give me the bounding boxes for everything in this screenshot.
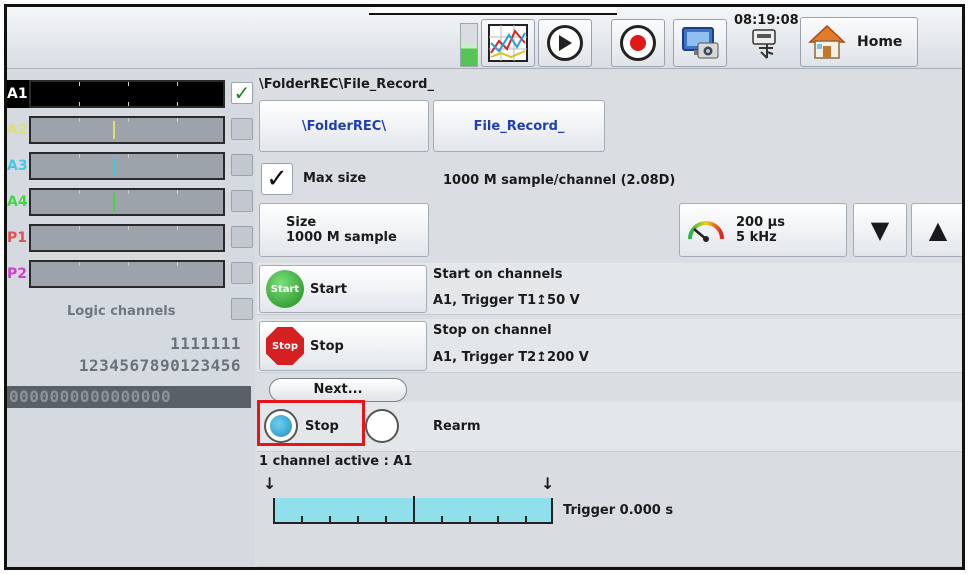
channel-label: A2 [7,122,28,138]
logic-tens-row: 1111111 [170,334,241,353]
channel-checkbox-a3[interactable] [231,154,253,176]
pretrigger-arrow-icon: ↓ [263,474,277,493]
recorder-window: 08:19:08 Home A1 ✓ A2 A3 A4 P1 P2 Logic … [4,4,965,570]
channel-trace-a1 [29,80,225,108]
record-button[interactable] [611,19,665,67]
folder-button[interactable]: \FolderREC\ [259,100,429,152]
triangle-down-icon: ▼ [870,216,890,244]
stop-highlight-box [257,400,365,446]
size-value: 1000 M sample [286,230,397,245]
chart-view-button[interactable] [481,19,535,67]
channel-label: P2 [7,266,28,282]
stop-title: Stop on channel [433,323,552,338]
home-button[interactable]: Home [800,17,918,67]
channel-trace-a4 [29,188,225,216]
active-channels-label: 1 channel active : A1 [259,454,413,469]
play-icon [547,25,583,61]
clock-usb-status: 08:19:08 [734,13,799,69]
next-button[interactable]: Next... [269,378,407,402]
channel-label: A3 [7,158,28,174]
level-meter [460,23,478,67]
channel-row-a2[interactable]: A2 [7,112,255,148]
channel-trace-p1 [29,224,225,252]
channel-checkbox-a4[interactable] [231,190,253,212]
max-size-label: Max size [303,171,367,186]
screenshot-button[interactable] [673,19,727,67]
start-icon: Start [266,270,304,308]
channel-label: A1 [7,80,29,108]
sampling-rate-values: 200 µs 5 kHz [736,215,785,245]
size-button[interactable]: Size 1000 M sample [259,203,429,257]
rearm-radio[interactable] [365,409,399,443]
channel-trace-a3 [29,152,225,180]
logic-channels-checkbox[interactable] [231,298,253,320]
trigger-arrow-icon: ↓ [541,474,555,493]
channel-trace-p2 [29,260,225,288]
channel-row-a3[interactable]: A3 [7,148,255,184]
sampling-frequency: 5 kHz [736,230,777,245]
max-size-checkbox[interactable]: ✓ [261,163,293,195]
clock-time: 08:19:08 [734,13,799,28]
channel-label: P1 [7,230,28,246]
channel-panel: A1 ✓ A2 A3 A4 P1 P2 Logic channels 11111… [7,70,255,567]
stop-label: Stop [310,338,344,354]
record-path: \FolderREC\File_Record_ [259,77,434,92]
start-label: Start [310,281,347,297]
rearm-radio-label: Rearm [433,419,481,434]
logic-values-row: 0000000000000000 [7,386,251,408]
chart-icon [488,24,528,62]
top-divider [369,7,617,15]
max-size-value: 1000 M sample/channel (2.08D) [443,173,676,188]
channel-label: A4 [7,194,28,210]
camera-monitor-icon [682,27,719,59]
channel-row-p2[interactable]: P2 [7,256,255,292]
logic-channels-title: Logic channels [67,304,176,319]
channel-row-a4[interactable]: A4 [7,184,255,220]
play-button[interactable] [538,19,592,67]
channel-checkbox-p1[interactable] [231,226,253,248]
triangle-up-icon: ▲ [928,216,948,244]
channel-checkbox-a1[interactable]: ✓ [231,82,253,104]
logic-units-row: 1234567890123456 [78,356,241,375]
start-detail: A1, Trigger T1↥50 V [433,293,580,308]
trigger-time-label: Trigger 0.000 s [563,503,674,518]
record-icon [620,25,656,61]
sampling-period: 200 µs [736,215,785,230]
home-icon [808,24,846,59]
channel-checkbox-p2[interactable] [231,262,253,284]
record-settings-panel: \FolderREC\File_Record_ \FolderREC\ File… [257,70,962,567]
top-toolbar: 08:19:08 Home [7,7,962,69]
decrease-button[interactable]: ▼ [853,203,907,257]
start-button[interactable]: Start Start [259,265,427,313]
size-label: Size [286,215,317,230]
channel-row-a1[interactable]: A1 ✓ [7,76,255,112]
channel-row-p1[interactable]: P1 [7,220,255,256]
channel-checkbox-a2[interactable] [231,118,253,140]
increase-button[interactable]: ▲ [911,203,962,257]
stop-button[interactable]: Stop Stop [259,321,427,371]
usb-drive-icon [752,29,776,59]
home-label: Home [857,34,903,50]
start-title: Start on channels [433,267,563,282]
file-name-button[interactable]: File_Record_ [433,100,605,152]
trigger-ruler [273,496,553,524]
sampling-rate-button[interactable]: 200 µs 5 kHz [679,203,847,257]
channel-trace-a2 [29,116,225,144]
stop-detail: A1, Trigger T2↥200 V [433,350,589,365]
stop-sign-icon: Stop [266,327,304,365]
gauge-icon [688,221,724,242]
